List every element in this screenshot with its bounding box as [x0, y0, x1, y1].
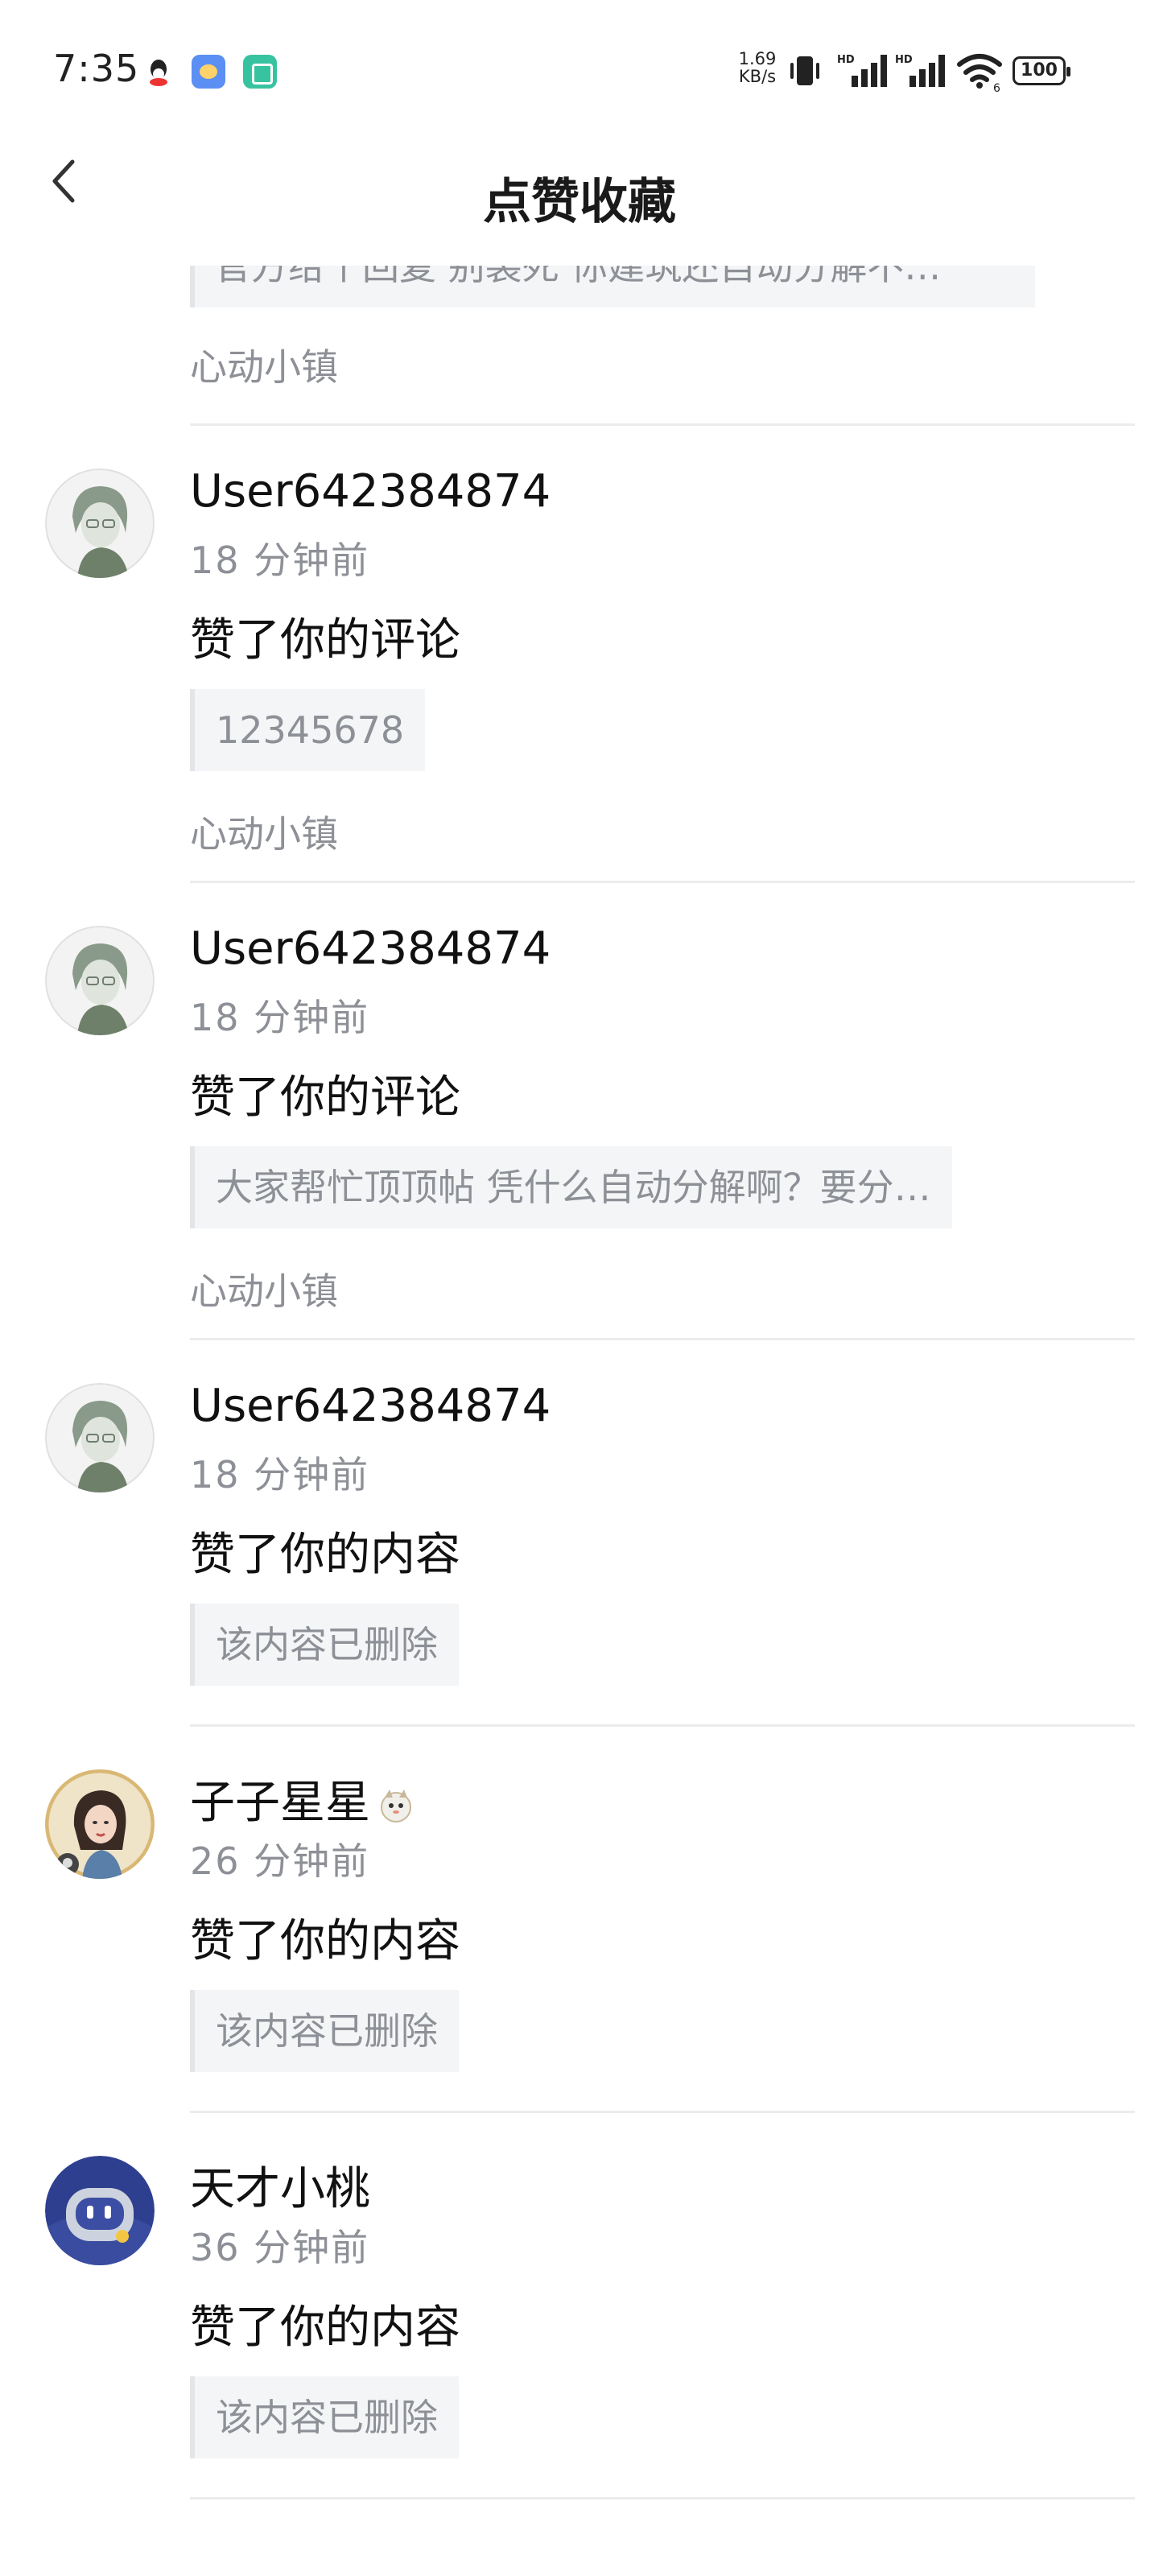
hd-signal-icon: HD: [837, 54, 887, 87]
qq-icon: [150, 60, 167, 86]
net-speed-unit: KB/s: [738, 67, 777, 86]
timestamp: 18 分钟前: [190, 996, 370, 1039]
username[interactable]: User642384874: [190, 465, 551, 518]
community-tag[interactable]: 心动小镇: [190, 805, 338, 858]
quoted-content[interactable]: 12345678: [190, 689, 426, 771]
divider: [190, 2497, 1135, 2500]
avatar[interactable]: [45, 1769, 155, 1879]
community-tag[interactable]: 心动小镇: [190, 338, 338, 391]
pet-badge-icon: [381, 1789, 411, 1823]
username[interactable]: User642384874: [190, 1380, 551, 1432]
notification-list[interactable]: 官方给个回复 别装死 你建筑还自动分解不… 心动小镇 User642384874…: [0, 266, 1159, 2576]
action-text: 赞了你的内容: [190, 2301, 460, 2354]
action-text: 赞了你的评论: [190, 614, 460, 667]
svg-text:6: 6: [993, 82, 1000, 92]
quoted-content[interactable]: 该内容已删除: [190, 1604, 459, 1686]
timestamp: 36 分钟前: [190, 2226, 370, 2269]
username[interactable]: User642384874: [190, 923, 551, 975]
action-text: 赞了你的内容: [190, 1529, 460, 1581]
svg-text:HD: HD: [895, 54, 913, 66]
list-item[interactable]: User642384874 18 分钟前 赞了你的内容 该内容已删除: [0, 1341, 1159, 1728]
page-title: 点赞收藏: [483, 174, 676, 230]
list-item[interactable]: 官方给个回复 别装死 你建筑还自动分解不… 心动小镇: [0, 266, 1159, 419]
divider: [190, 2111, 1135, 2113]
status-time: 7:35: [53, 47, 140, 90]
divider: [190, 1724, 1135, 1727]
list-item[interactable]: 天才小桃 36 分钟前 赞了你的内容 该内容已删除: [0, 2114, 1159, 2500]
action-text: 赞了你的评论: [190, 1071, 460, 1124]
list-item[interactable]: User642384874 18 分钟前 赞了你的评论 12345678 心动小…: [0, 427, 1159, 884]
username[interactable]: 子子星星: [190, 1766, 417, 1831]
quoted-content[interactable]: 官方给个回复 别装死 你建筑还自动分解不…: [190, 266, 1035, 308]
list-item[interactable]: 子子星星 26 分钟前 赞了你的内容 该内容已删除: [0, 1728, 1159, 2114]
username-text: 子子星星: [190, 1777, 370, 1829]
battery-icon: 100: [1013, 56, 1070, 85]
quoted-content[interactable]: 该内容已删除: [190, 2376, 459, 2458]
avatar[interactable]: [45, 469, 155, 578]
timestamp: 18 分钟前: [190, 1453, 370, 1496]
divider: [190, 881, 1135, 883]
app-icon: [243, 55, 277, 89]
quoted-content[interactable]: 大家帮忙顶顶帖 凭什么自动分解啊？要分…: [190, 1146, 952, 1228]
list-item[interactable]: User642384874 18 分钟前 赞了你的评论 大家帮忙顶顶帖 凭什么自…: [0, 884, 1159, 1341]
quoted-content[interactable]: 该内容已删除: [190, 1990, 459, 2072]
anime-boy-avatar-icon: [45, 926, 155, 1035]
username[interactable]: 天才小桃: [190, 2153, 370, 2218]
anime-boy-avatar-icon: [45, 469, 155, 578]
app-icon: [192, 55, 225, 89]
wifi-icon: 6: [957, 54, 1002, 92]
avatar[interactable]: [45, 1383, 155, 1492]
vibrate-icon: [790, 56, 819, 85]
svg-text:HD: HD: [837, 54, 855, 66]
timestamp: 18 分钟前: [190, 539, 370, 582]
community-tag[interactable]: 心动小镇: [190, 1262, 338, 1315]
girl-portrait-avatar-icon: [45, 1769, 155, 1879]
anime-boy-avatar-icon: [45, 1383, 155, 1492]
timestamp: 26 分钟前: [190, 1839, 370, 1883]
avatar[interactable]: [45, 926, 155, 1035]
quoted-text: 官方给个回复 别装死 你建筑还自动分解不…: [214, 266, 942, 288]
avatar[interactable]: [45, 2156, 155, 2265]
robot-avatar-icon: [45, 2156, 155, 2265]
action-text: 赞了你的内容: [190, 1915, 460, 1967]
divider: [190, 423, 1135, 426]
net-speed: 1.69 KB/s: [729, 50, 786, 85]
divider: [190, 1338, 1135, 1340]
hd-signal-icon: HD: [895, 54, 945, 87]
net-speed-value: 1.69: [738, 49, 777, 68]
status-bar: 7:35 1.69 KB/s HD HD 6 100: [0, 0, 1159, 121]
